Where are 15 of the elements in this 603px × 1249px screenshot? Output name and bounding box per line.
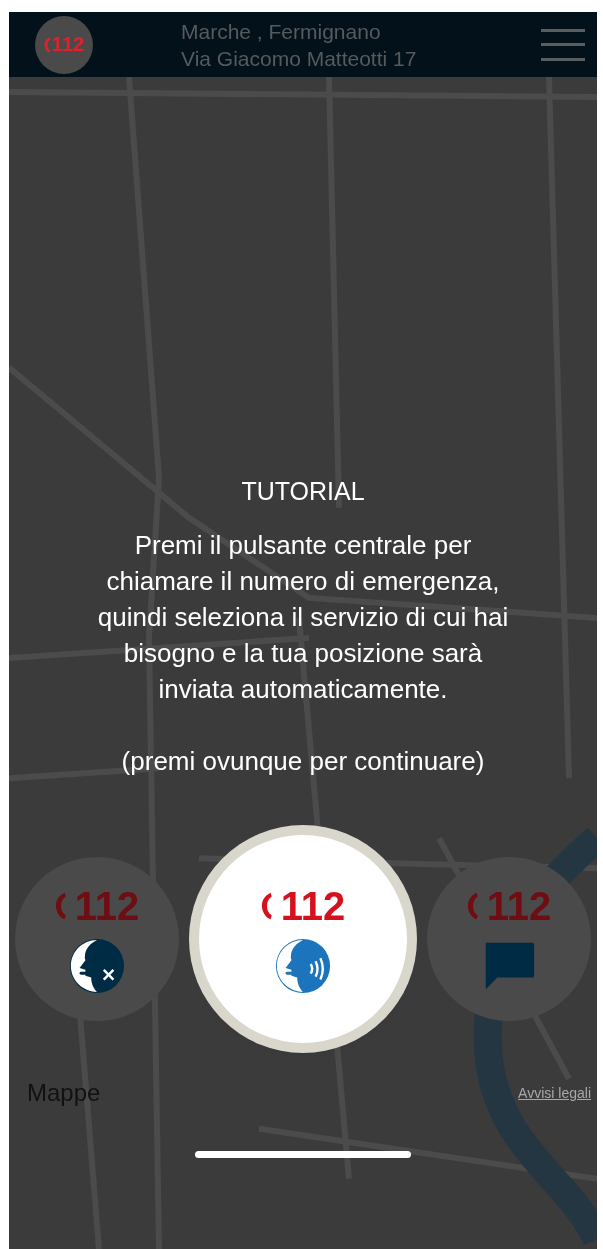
logo-number: 112 xyxy=(51,33,85,56)
app-logo[interactable]: 112 xyxy=(35,15,93,74)
phone-handset-icon xyxy=(43,34,51,55)
address-label: Via Giacomo Matteotti 17 xyxy=(181,45,418,72)
emergency-number: 112 xyxy=(74,883,140,929)
muted-face-icon xyxy=(68,936,126,995)
continue-hint: (premi ovunque per continuare) xyxy=(120,745,486,778)
emergency-number: 112 xyxy=(280,883,346,929)
region-label: Marche , Fermignano xyxy=(181,18,382,45)
tutorial-text: Premi il pulsante centrale per chiamare il numero di emergenza, quindi seleziona il servizio di cui hai bisogno e la tua posizione sarà inviata automaticamente. xyxy=(96,529,510,706)
tutorial-title: TUTORIAL xyxy=(240,476,366,507)
emergency-number: 112 xyxy=(486,883,552,929)
maps-brand-label: Mappe xyxy=(27,1079,101,1107)
legal-notices-link[interactable]: Avvisi legali xyxy=(518,1085,591,1101)
speaking-face-icon xyxy=(274,936,332,995)
